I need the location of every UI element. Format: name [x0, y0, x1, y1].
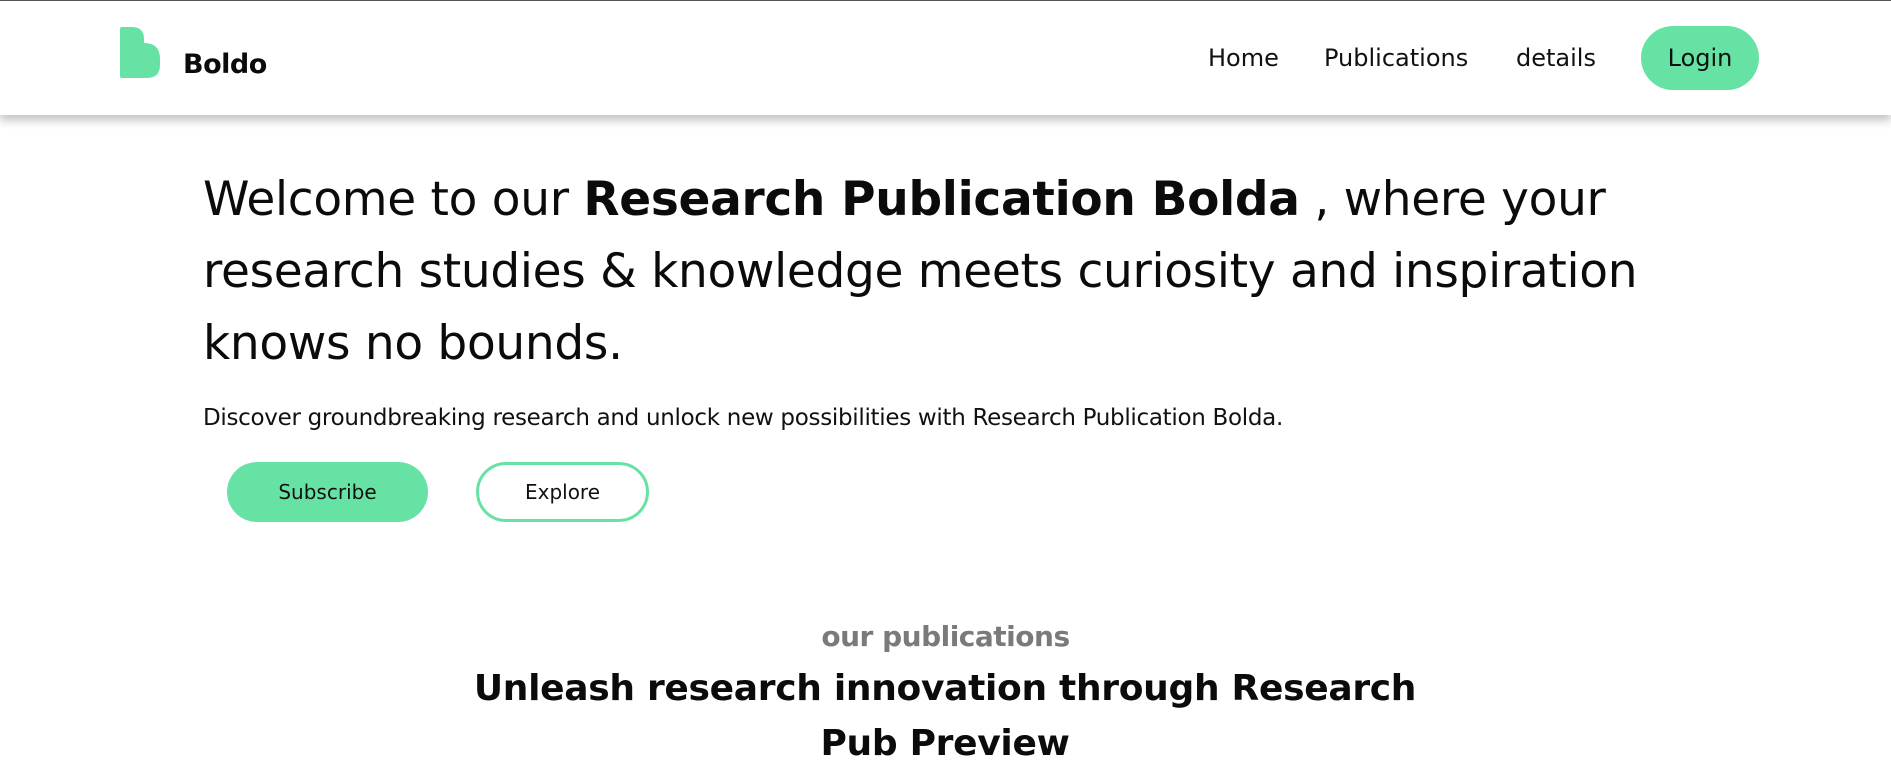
hero-title: Welcome to our Research Publication Bold…	[203, 164, 1703, 380]
nav-publications-link[interactable]: Publications	[1324, 44, 1468, 72]
explore-button[interactable]: Explore	[476, 462, 649, 522]
publications-heading: Unleash research innovation through Rese…	[473, 668, 1417, 764]
nav-details-link[interactable]: details	[1516, 44, 1596, 72]
publications-eyebrow: our publications	[821, 620, 1070, 653]
brand-name[interactable]: Boldo	[183, 49, 267, 80]
page: Boldo Home Publications details Login We…	[0, 0, 1891, 783]
nav-home-link[interactable]: Home	[1208, 44, 1279, 72]
hero-subtitle: Discover groundbreaking research and unl…	[203, 405, 1283, 431]
hero-title-brand: Research Publication Bolda	[583, 172, 1300, 227]
site-header: Boldo Home Publications details Login	[0, 1, 1891, 115]
subscribe-button[interactable]: Subscribe	[227, 462, 428, 522]
login-button[interactable]: Login	[1641, 26, 1759, 90]
boldo-b-logo-icon[interactable]	[120, 27, 160, 78]
hero-title-intro: Welcome to our	[203, 172, 584, 227]
